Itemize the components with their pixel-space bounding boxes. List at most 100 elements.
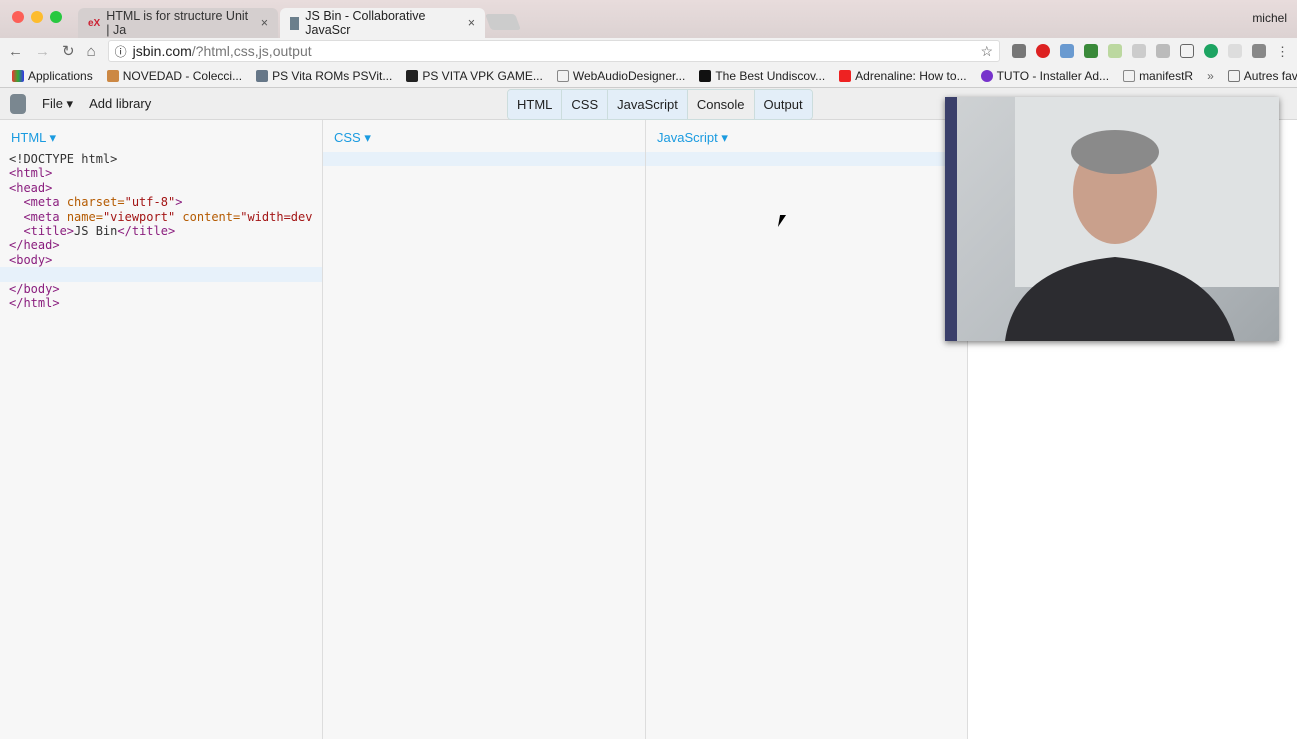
- other-bookmarks[interactable]: Autres favoris: [1227, 68, 1297, 83]
- bookmark-favicon: [256, 69, 269, 82]
- bookmark[interactable]: Adrenaline: How to...: [839, 69, 967, 83]
- back-icon[interactable]: ←: [8, 43, 23, 60]
- home-icon[interactable]: ⌂: [87, 43, 96, 60]
- bookmark-favicon: [699, 69, 712, 82]
- code-token: </html>: [9, 295, 60, 310]
- code-line[interactable]: [0, 267, 322, 282]
- bookmark-label: Autres favoris: [1243, 68, 1297, 83]
- bookmark[interactable]: NOVEDAD - Colecci...: [106, 68, 243, 83]
- bookmark-favicon: [106, 69, 119, 82]
- page-icon: [556, 69, 569, 82]
- css-pane-label[interactable]: CSS: [323, 120, 645, 152]
- tab-jsbin[interactable]: JS Bin - Collaborative JavaScr ×: [280, 8, 485, 38]
- extension-icon[interactable]: [1132, 44, 1146, 58]
- bookmark[interactable]: manifestR: [1123, 69, 1193, 83]
- code-line[interactable]: </html>: [9, 296, 322, 310]
- extensions: ⋮: [1012, 44, 1289, 59]
- bookmark[interactable]: PS VITA VPK GAME...: [406, 68, 543, 83]
- address-bar[interactable]: ⓘ jsbin.com/?html,css,js,output ☆: [107, 40, 1000, 62]
- code-token: <html>: [9, 166, 53, 181]
- code-token: "width=dev: [240, 209, 313, 224]
- code-token: >: [175, 195, 183, 210]
- title-bar: eX HTML is for structure Unit | Ja × JS …: [0, 0, 1297, 38]
- toggle-javascript[interactable]: JavaScript: [608, 90, 688, 119]
- code-line[interactable]: <title>JS Bin</title>: [9, 224, 322, 238]
- bookmark-applications[interactable]: Applications: [12, 69, 93, 83]
- tab-edx[interactable]: eX HTML is for structure Unit | Ja ×: [78, 8, 278, 38]
- extension-icon[interactable]: [1084, 44, 1098, 58]
- tab-label: HTML is for structure Unit | Ja: [106, 9, 249, 37]
- gamepad-icon: [406, 69, 419, 82]
- maximize-window-button[interactable]: [50, 11, 62, 23]
- code-line[interactable]: <meta charset="utf-8">: [9, 195, 322, 209]
- extension-icon[interactable]: [1060, 44, 1074, 58]
- code-token: JS Bin: [74, 223, 118, 238]
- code-line[interactable]: <body>: [9, 253, 322, 267]
- bookmark-label: The Best Undiscov...: [715, 68, 826, 83]
- html-pane-label[interactable]: HTML: [0, 120, 322, 152]
- code-token: "utf-8": [124, 195, 176, 210]
- code-line[interactable]: <!DOCTYPE html>: [9, 152, 322, 166]
- tab-label: JS Bin - Collaborative JavaScr: [305, 9, 426, 37]
- css-editor[interactable]: [323, 152, 645, 166]
- extension-m-icon[interactable]: [1036, 44, 1050, 58]
- more-bookmarks-button[interactable]: »: [1207, 69, 1214, 83]
- code-line[interactable]: <html>: [9, 166, 322, 180]
- bookmark-label: PS Vita ROMs PSVit...: [272, 68, 393, 83]
- bookmark-label: NOVEDAD - Colecci...: [122, 68, 243, 83]
- html-pane[interactable]: HTML <!DOCTYPE html><html><head> <meta c…: [0, 120, 323, 739]
- extension-icon[interactable]: [1228, 44, 1242, 58]
- extension-icon[interactable]: [1252, 44, 1266, 58]
- bookmark-label: TUTO - Installer Ad...: [996, 68, 1110, 83]
- javascript-pane[interactable]: JavaScript: [646, 120, 968, 739]
- bookmark[interactable]: WebAudioDesigner...: [556, 69, 685, 83]
- code-line[interactable]: </body>: [9, 282, 322, 296]
- code-token: <meta: [23, 209, 67, 224]
- bookmark[interactable]: TUTO - Installer Ad...: [980, 68, 1110, 83]
- info-icon[interactable]: ⓘ: [115, 43, 127, 60]
- code-token: <!DOCTYPE html>: [9, 152, 118, 166]
- close-tab-icon[interactable]: ×: [468, 16, 475, 30]
- extension-icon[interactable]: [1156, 44, 1170, 58]
- code-line[interactable]: </head>: [9, 238, 322, 252]
- bookmark-label: Applications: [28, 68, 93, 83]
- extension-icon[interactable]: [1108, 44, 1122, 58]
- add-library-button[interactable]: Add library: [89, 96, 151, 111]
- profile-name[interactable]: michel: [1252, 11, 1287, 25]
- edx-icon: eX: [88, 17, 101, 29]
- new-tab-button[interactable]: [485, 14, 521, 30]
- javascript-editor[interactable]: [646, 152, 967, 166]
- code-token: <body>: [9, 252, 53, 267]
- css-pane[interactable]: CSS: [323, 120, 646, 739]
- toggle-output[interactable]: Output: [754, 90, 812, 119]
- jsbin-logo[interactable]: [10, 93, 26, 114]
- javascript-pane-label[interactable]: JavaScript: [646, 120, 967, 152]
- toggle-console[interactable]: Console: [687, 90, 755, 119]
- bookmarks-bar: Applications NOVEDAD - Colecci... PS Vit…: [0, 64, 1297, 88]
- bookmark-label: PS VITA VPK GAME...: [422, 68, 543, 83]
- reload-icon[interactable]: ↻: [62, 42, 75, 60]
- minimize-window-button[interactable]: [31, 11, 43, 23]
- forward-icon[interactable]: →: [35, 43, 50, 60]
- code-line[interactable]: <meta name="viewport" content="width=dev: [9, 210, 322, 224]
- youtube-icon: [839, 69, 852, 82]
- jsbin-icon: [290, 16, 300, 30]
- bookmark[interactable]: PS Vita ROMs PSVit...: [256, 69, 392, 83]
- star-icon[interactable]: ☆: [980, 43, 993, 60]
- close-window-button[interactable]: [12, 11, 24, 23]
- bookmark[interactable]: The Best Undiscov...: [699, 69, 825, 83]
- toggle-css[interactable]: CSS: [562, 90, 609, 119]
- menu-icon[interactable]: ⋮: [1276, 44, 1289, 59]
- ublock-icon[interactable]: [1012, 44, 1026, 58]
- file-menu[interactable]: File ▾: [42, 96, 73, 112]
- close-tab-icon[interactable]: ×: [261, 16, 268, 30]
- cast-icon[interactable]: [1180, 44, 1194, 58]
- panel-toggles: HTML CSS JavaScript Console Output: [507, 89, 813, 120]
- code-line[interactable]: <head>: [9, 181, 322, 195]
- toggle-html[interactable]: HTML: [508, 90, 563, 119]
- presenter-video: [945, 97, 1279, 341]
- url-path: /?html,css,js,output: [191, 43, 312, 59]
- html-editor[interactable]: <!DOCTYPE html> <html> <head> <meta charse…: [0, 152, 322, 310]
- extension-icon[interactable]: [1204, 44, 1218, 58]
